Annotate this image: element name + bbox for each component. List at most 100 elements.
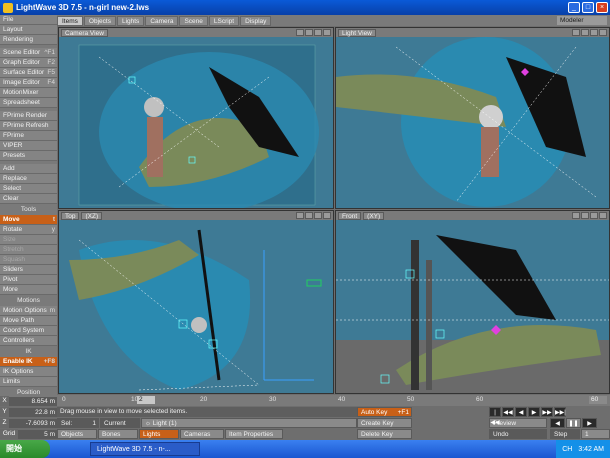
delete-key-button[interactable]: Delete Key [357,429,412,439]
modeler-button[interactable]: Modeler [557,16,607,25]
go-start-icon[interactable]: |◀◀ [489,407,501,426]
menu-item-fprime-render[interactable]: FPrime Render [0,111,57,121]
menu-item-graph-editor[interactable]: Graph Editor F2 [0,58,57,68]
tab-camera[interactable]: Camera [145,15,179,26]
menu-item-fprime-refresh[interactable]: FPrime Refresh [0,121,57,131]
menu-item-layout[interactable]: Layout [0,25,57,35]
camera-viewport[interactable]: Camera View [58,27,334,209]
go-end-icon[interactable]: ▶▶| [554,407,566,417]
tool-size[interactable]: Size [0,235,57,245]
top-viewport[interactable]: Top (XZ) [58,210,334,394]
menu-item-file[interactable]: File [0,15,57,25]
step-back-icon[interactable]: ◀ [550,418,565,428]
zoom-icon[interactable] [314,212,322,219]
camera-render-area[interactable] [59,37,333,208]
rotate-view-icon[interactable] [305,29,313,36]
bones-button[interactable]: Bones [98,429,138,439]
item-properties-button[interactable]: Item Properties [225,429,283,439]
menu-item-viper[interactable]: VIPER [0,141,57,151]
tool-move[interactable]: Move t [0,215,57,225]
play-icon[interactable]: ▶ [528,407,540,417]
motion-move-path[interactable]: Move Path [0,316,57,326]
menu-item-rendering[interactable]: Rendering [0,35,57,45]
menu-item-fprime[interactable]: FPrime [0,131,57,141]
viewport-type-select[interactable]: Camera View [61,28,108,37]
front-render-area[interactable] [336,220,609,393]
pause-icon[interactable]: ❚❚ [566,418,581,428]
objects-button[interactable]: Objects [57,429,97,439]
pan-icon[interactable] [296,29,304,36]
ik-ik-options[interactable]: IK Options [0,367,57,377]
tool-more[interactable]: More [0,285,57,295]
tab-scene[interactable]: Scene [179,15,208,26]
current-frame-slider[interactable]: 2 [137,396,155,404]
ik-limits[interactable]: Limits [0,377,57,387]
viewport-type-select[interactable]: Front [338,211,362,220]
top-render-area[interactable] [59,220,333,393]
grid-size-field[interactable]: 5 m [18,429,57,439]
close-button[interactable]: × [596,2,608,13]
end-frame-field[interactable]: 60 [589,396,607,404]
rotate-view-icon[interactable] [305,212,313,219]
rotate-view-icon[interactable] [581,212,589,219]
zoom-icon[interactable] [590,29,598,36]
tab-lscript[interactable]: LScript [208,15,240,26]
taskbar-window-lightwave[interactable]: LightWave 3D 7.5 - n-... [90,442,200,456]
menu-item-replace[interactable]: Replace [0,174,57,184]
viewport-type-select[interactable]: Light View [338,28,376,37]
start-button[interactable]: 開始 [0,440,50,458]
maximize-view-icon[interactable] [599,29,607,36]
maximize-view-icon[interactable] [323,29,331,36]
menu-item-image-editor[interactable]: Image Editor F4 [0,78,57,88]
menu-item-presets[interactable]: Presets [0,151,57,161]
maximize-view-icon[interactable] [323,212,331,219]
menu-item-add[interactable]: Add [0,164,57,174]
position-z-field[interactable]: -7.6093 m [9,418,57,428]
minimize-button[interactable]: _ [568,2,580,13]
light-viewport[interactable]: Light View [335,27,610,209]
zoom-icon[interactable] [590,212,598,219]
play-reverse-icon[interactable]: ◀ [515,407,527,417]
tool-rotate[interactable]: Rotate y [0,225,57,235]
lights-button[interactable]: Lights [139,429,179,439]
tool-pivot[interactable]: Pivot [0,275,57,285]
cameras-button[interactable]: Cameras [180,429,224,439]
zoom-icon[interactable] [314,29,322,36]
pan-icon[interactable] [572,212,580,219]
pan-icon[interactable] [296,212,304,219]
menu-item-scene-editor[interactable]: Scene Editor ^F1 [0,48,57,58]
step-field[interactable]: 1 [581,429,610,439]
menu-item-surface-editor[interactable]: Surface Editor F5 [0,68,57,78]
menu-item-spreadsheet[interactable]: Spreadsheet [0,98,57,108]
tool-sliders[interactable]: Sliders [0,265,57,275]
language-indicator[interactable]: CH [562,446,572,453]
rotate-view-icon[interactable] [581,29,589,36]
front-viewport[interactable]: Front (XY) [335,210,610,394]
undo-button[interactable]: Undo [489,429,547,439]
create-key-button[interactable]: Create Key [357,418,412,428]
maximize-button[interactable]: □ [582,2,594,13]
viewport-axes-select[interactable]: (XY) [363,211,385,220]
pan-icon[interactable] [572,29,580,36]
tab-items[interactable]: Items [57,15,83,26]
menu-item-select[interactable]: Select [0,184,57,194]
tab-display[interactable]: Display [240,15,272,26]
maximize-view-icon[interactable] [599,212,607,219]
motion-coord-system[interactable]: Coord System [0,326,57,336]
motion-motion-options[interactable]: Motion Options m [0,306,57,316]
tool-squash[interactable]: Squash [0,255,57,265]
prev-key-icon[interactable]: ◀◀ [502,407,514,417]
tool-stretch[interactable]: Stretch [0,245,57,255]
motion-controllers[interactable]: Controllers [0,336,57,346]
light-render-area[interactable] [336,37,609,208]
position-y-field[interactable]: 22.8 m [9,407,57,417]
viewport-type-select[interactable]: Top [61,211,80,220]
position-x-field[interactable]: 8.654 m [9,396,57,406]
viewport-axes-select[interactable]: (XZ) [81,211,103,220]
ik-enable-ik[interactable]: Enable IK +F8 [0,357,57,367]
timeline[interactable]: 0 10 20 30 40 50 60 2 60 [57,395,610,406]
step-forward-icon[interactable]: ▶ [582,418,597,428]
tab-lights[interactable]: Lights [116,15,145,26]
next-key-icon[interactable]: ▶▶ [541,407,553,417]
menu-item-motionmixer[interactable]: MotionMixer [0,88,57,98]
